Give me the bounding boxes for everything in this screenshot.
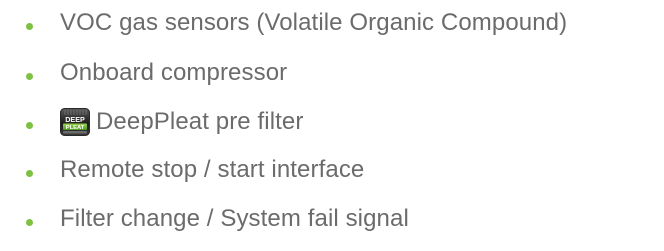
bullet-dot xyxy=(26,219,33,226)
list-item-label: Onboard compressor xyxy=(60,59,288,86)
bullet-dot xyxy=(26,122,33,129)
list-item-label: DeepPleat pre filter xyxy=(96,108,304,135)
list-item: Filter change / System fail signal xyxy=(0,204,664,234)
list-item: VOC gas sensors (Volatile Organic Compou… xyxy=(0,8,664,38)
logo-line1: DEEP xyxy=(65,115,85,124)
logo-line2: PLEAT xyxy=(66,125,85,131)
bullet-dot xyxy=(26,23,33,30)
list-item-label: VOC gas sensors (Volatile Organic Compou… xyxy=(60,9,568,36)
deeppleat-logo-icon: DEEP PLEAT xyxy=(60,108,90,136)
bullet-dot xyxy=(26,73,33,80)
list-item-label: Filter change / System fail signal xyxy=(60,205,409,232)
page: { "bullet_color": "#7cc142", "text_color… xyxy=(0,0,664,251)
list-item: Onboard compressor xyxy=(0,58,664,88)
list-item: Remote stop / start interface xyxy=(0,155,664,185)
bullet-dot xyxy=(26,170,33,177)
list-item: DEEP PLEAT DeepPleat pre filter xyxy=(0,107,664,137)
list-item-label: Remote stop / start interface xyxy=(60,156,365,183)
